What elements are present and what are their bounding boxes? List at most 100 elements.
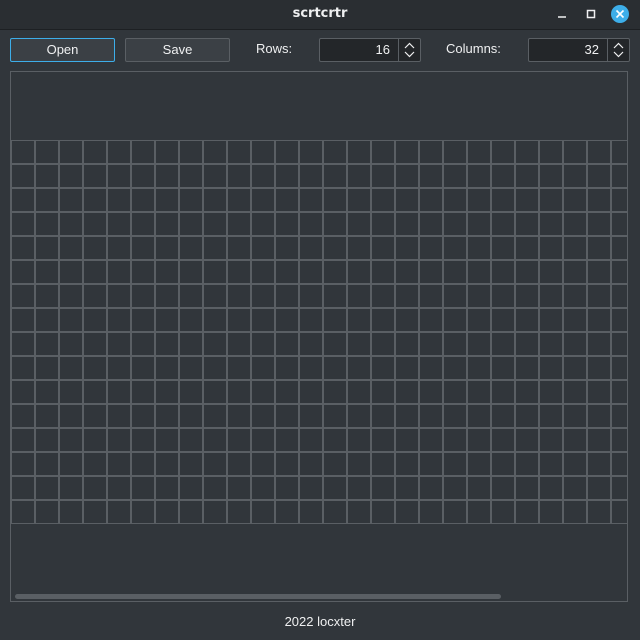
grid-cell[interactable] bbox=[251, 188, 275, 212]
grid-cell[interactable] bbox=[59, 428, 83, 452]
grid-cell[interactable] bbox=[323, 140, 347, 164]
grid-cell[interactable] bbox=[347, 308, 371, 332]
grid-cell[interactable] bbox=[11, 164, 35, 188]
grid-cell[interactable] bbox=[419, 236, 443, 260]
grid-cell[interactable] bbox=[491, 284, 515, 308]
grid-cell[interactable] bbox=[83, 212, 107, 236]
grid-cell[interactable] bbox=[563, 284, 587, 308]
grid-cell[interactable] bbox=[347, 236, 371, 260]
grid-cell[interactable] bbox=[59, 380, 83, 404]
grid-cell[interactable] bbox=[587, 164, 611, 188]
grid-cell[interactable] bbox=[563, 500, 587, 524]
grid-cell[interactable] bbox=[227, 308, 251, 332]
grid-cell[interactable] bbox=[107, 188, 131, 212]
grid-cell[interactable] bbox=[611, 356, 628, 380]
grid-cell[interactable] bbox=[539, 428, 563, 452]
grid-cell[interactable] bbox=[491, 500, 515, 524]
grid-cell[interactable] bbox=[203, 380, 227, 404]
grid-cell[interactable] bbox=[203, 260, 227, 284]
grid-cell[interactable] bbox=[611, 428, 628, 452]
grid-cell[interactable] bbox=[227, 356, 251, 380]
grid-cell[interactable] bbox=[395, 308, 419, 332]
grid-cell[interactable] bbox=[539, 380, 563, 404]
grid-cell[interactable] bbox=[443, 476, 467, 500]
grid-cell[interactable] bbox=[275, 356, 299, 380]
close-button[interactable] bbox=[610, 4, 630, 24]
grid-cell[interactable] bbox=[611, 284, 628, 308]
grid-cell[interactable] bbox=[131, 188, 155, 212]
grid-cell[interactable] bbox=[539, 260, 563, 284]
grid-cell[interactable] bbox=[419, 140, 443, 164]
grid-cell[interactable] bbox=[323, 236, 347, 260]
grid-cell[interactable] bbox=[155, 356, 179, 380]
grid-cell[interactable] bbox=[299, 140, 323, 164]
grid-cell[interactable] bbox=[395, 260, 419, 284]
grid-cell[interactable] bbox=[611, 188, 628, 212]
grid-cell[interactable] bbox=[83, 452, 107, 476]
grid-cell[interactable] bbox=[443, 212, 467, 236]
grid-cell[interactable] bbox=[251, 500, 275, 524]
grid-cell[interactable] bbox=[227, 428, 251, 452]
grid-cell[interactable] bbox=[179, 404, 203, 428]
horizontal-scrollbar[interactable] bbox=[12, 592, 626, 600]
grid-cell[interactable] bbox=[35, 356, 59, 380]
grid-cell[interactable] bbox=[131, 428, 155, 452]
grid-cell[interactable] bbox=[155, 404, 179, 428]
grid-cell[interactable] bbox=[395, 164, 419, 188]
grid-cell[interactable] bbox=[179, 260, 203, 284]
grid-cell[interactable] bbox=[611, 332, 628, 356]
grid-cell[interactable] bbox=[491, 356, 515, 380]
grid-cell[interactable] bbox=[251, 236, 275, 260]
grid-cell[interactable] bbox=[515, 260, 539, 284]
grid-cell[interactable] bbox=[251, 284, 275, 308]
grid-cell[interactable] bbox=[395, 404, 419, 428]
grid-cell[interactable] bbox=[539, 164, 563, 188]
grid-cell[interactable] bbox=[155, 452, 179, 476]
grid-cell[interactable] bbox=[443, 140, 467, 164]
grid-cell[interactable] bbox=[467, 284, 491, 308]
grid-cell[interactable] bbox=[83, 164, 107, 188]
grid-cell[interactable] bbox=[11, 332, 35, 356]
grid-cell[interactable] bbox=[251, 428, 275, 452]
grid-cell[interactable] bbox=[83, 308, 107, 332]
grid-cell[interactable] bbox=[203, 164, 227, 188]
grid-cell[interactable] bbox=[131, 476, 155, 500]
grid-cell[interactable] bbox=[419, 260, 443, 284]
grid-cell[interactable] bbox=[515, 212, 539, 236]
grid-cell[interactable] bbox=[467, 452, 491, 476]
grid-cell[interactable] bbox=[371, 476, 395, 500]
grid-cell[interactable] bbox=[11, 404, 35, 428]
grid-cell[interactable] bbox=[203, 236, 227, 260]
grid-cell[interactable] bbox=[59, 260, 83, 284]
grid-cell[interactable] bbox=[203, 284, 227, 308]
grid-cell[interactable] bbox=[203, 140, 227, 164]
grid-cell[interactable] bbox=[467, 236, 491, 260]
grid-cell[interactable] bbox=[395, 212, 419, 236]
grid-cell[interactable] bbox=[467, 164, 491, 188]
grid-cell[interactable] bbox=[35, 404, 59, 428]
grid-cell[interactable] bbox=[371, 188, 395, 212]
grid-cell[interactable] bbox=[491, 188, 515, 212]
grid-cell[interactable] bbox=[539, 356, 563, 380]
grid-cell[interactable] bbox=[35, 212, 59, 236]
grid-cell[interactable] bbox=[35, 428, 59, 452]
grid-cell[interactable] bbox=[155, 428, 179, 452]
grid-cell[interactable] bbox=[563, 308, 587, 332]
grid-cell[interactable] bbox=[299, 332, 323, 356]
grid-cell[interactable] bbox=[35, 260, 59, 284]
grid-cell[interactable] bbox=[539, 500, 563, 524]
grid-cell[interactable] bbox=[395, 356, 419, 380]
grid-cell[interactable] bbox=[131, 500, 155, 524]
grid-cell[interactable] bbox=[443, 404, 467, 428]
grid-cell[interactable] bbox=[275, 284, 299, 308]
rows-spinbox[interactable]: 16 bbox=[319, 38, 421, 62]
grid-cell[interactable] bbox=[611, 140, 628, 164]
grid-cell[interactable] bbox=[227, 236, 251, 260]
grid-cell[interactable] bbox=[179, 476, 203, 500]
grid-cell[interactable] bbox=[347, 164, 371, 188]
grid-cell[interactable] bbox=[371, 332, 395, 356]
grid-cell[interactable] bbox=[323, 356, 347, 380]
grid-cell[interactable] bbox=[323, 500, 347, 524]
grid-cell[interactable] bbox=[419, 452, 443, 476]
grid-cell[interactable] bbox=[347, 356, 371, 380]
